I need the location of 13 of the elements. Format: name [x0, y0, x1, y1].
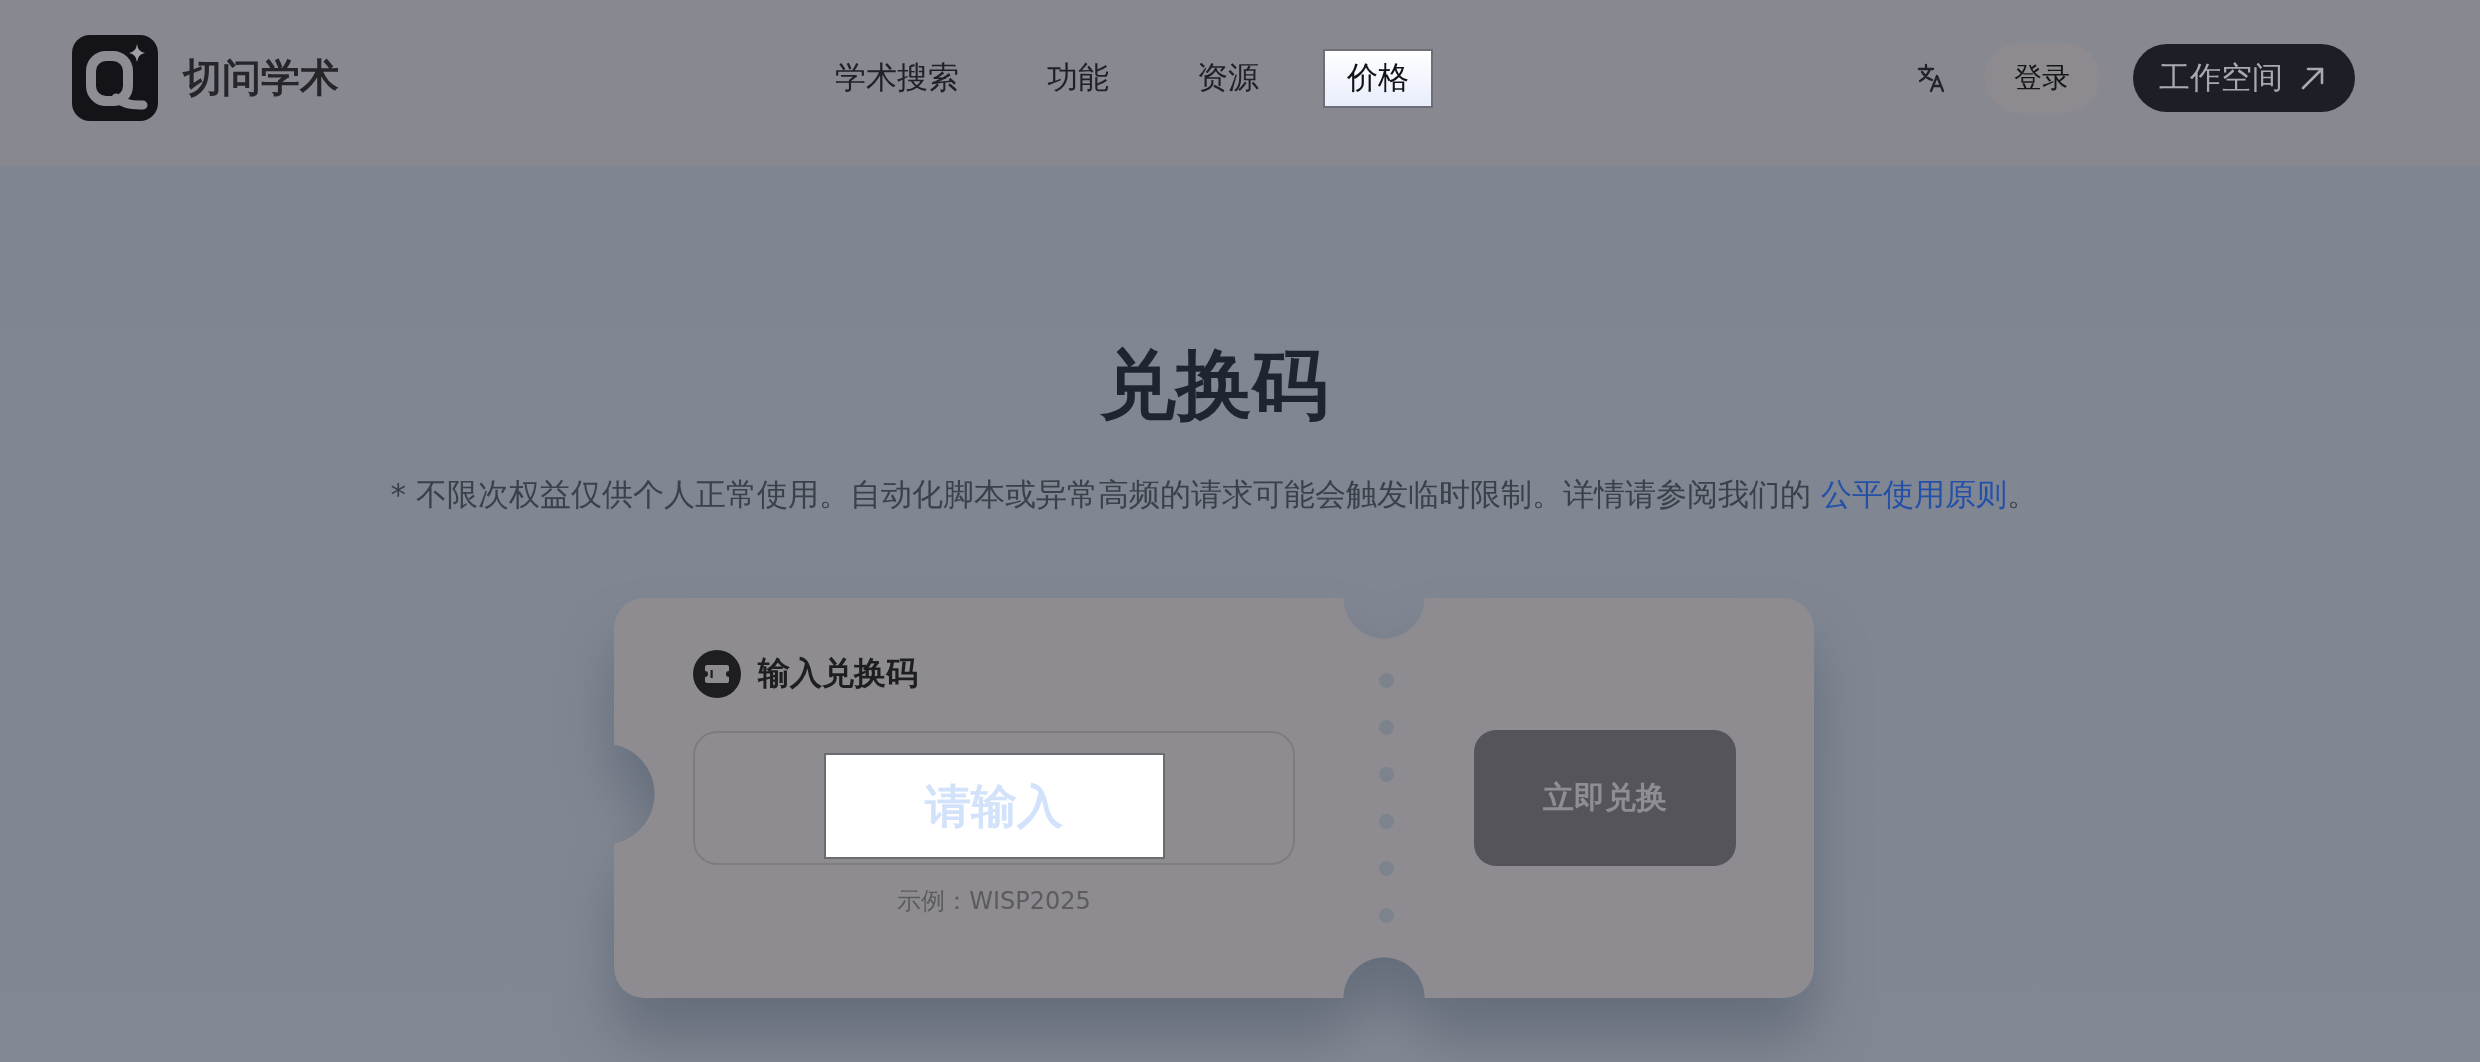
brand-name: 切问学术 [183, 54, 339, 102]
translate-icon[interactable] [1917, 63, 1947, 93]
page-title: 兑换码 [1100, 339, 1328, 430]
login-button[interactable]: 登录 [1984, 43, 2100, 113]
usage-notice: * 不限次权益仅供个人正常使用。自动化脚本或异常高频的请求可能会触发临时限制。详情请参阅我们的 公平使用原则。 [390, 475, 2038, 514]
nav-link[interactable]: 资源 [1173, 48, 1283, 108]
ticket-icon [693, 650, 741, 698]
nav-link[interactable]: 学术搜索 [811, 48, 983, 108]
nav-link[interactable]: 价格 [1323, 48, 1433, 108]
logo-icon [72, 35, 158, 121]
workspace-button[interactable]: 工作空间 [2133, 44, 2355, 112]
redeem-code-label: 输入兑换码 [758, 653, 918, 694]
nav-link[interactable]: 功能 [1023, 48, 1133, 108]
